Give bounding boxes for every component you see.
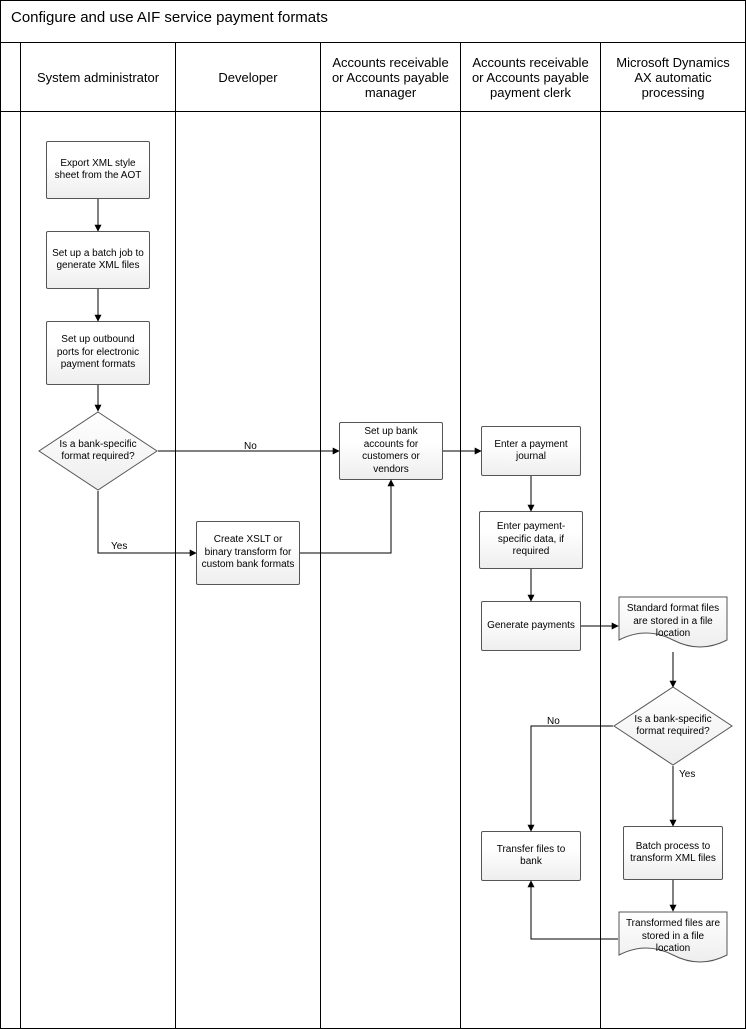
header-gutter bbox=[1, 43, 21, 111]
flowchart-canvas: Export XML style sheet from the AOT Set … bbox=[1, 111, 745, 1029]
node-outbound-ports: Set up outbound ports for electronic pay… bbox=[46, 321, 150, 385]
decision-bank-format-2: Is a bank-specific format required? bbox=[613, 686, 733, 766]
lane-header-developer: Developer bbox=[176, 43, 321, 111]
node-export-xml: Export XML style sheet from the AOT bbox=[46, 141, 150, 199]
decision-2-text: Is a bank-specific format required? bbox=[627, 706, 719, 746]
node-bank-accounts: Set up bank accounts for customers or ve… bbox=[339, 422, 443, 480]
edge-label-no-2: No bbox=[547, 716, 560, 727]
edge-label-yes-1: Yes bbox=[111, 541, 127, 552]
node-standard-files: Standard format files are stored in a fi… bbox=[618, 596, 728, 652]
lane-header-automatic: Microsoft Dynamics AX automatic processi… bbox=[601, 43, 745, 111]
node-payment-journal: Enter a payment journal bbox=[481, 426, 581, 476]
swimlane-header-row: System administrator Developer Accounts … bbox=[1, 43, 745, 112]
node-generate-payments: Generate payments bbox=[481, 601, 581, 651]
lane-header-manager: Accounts receivable or Accounts payable … bbox=[321, 43, 461, 111]
node-setup-batch: Set up a batch job to generate XML files bbox=[46, 231, 150, 289]
lane-header-clerk: Accounts receivable or Accounts payable … bbox=[461, 43, 601, 111]
node-standard-files-text: Standard format files are stored in a fi… bbox=[624, 606, 722, 638]
node-transformed-files-text: Transformed files are stored in a file l… bbox=[624, 921, 722, 953]
node-transfer-files: Transfer files to bank bbox=[481, 831, 581, 881]
node-batch-transform: Batch process to transform XML files bbox=[623, 826, 723, 880]
lane-header-sysadmin: System administrator bbox=[21, 43, 176, 111]
node-transformed-files: Transformed files are stored in a file l… bbox=[618, 911, 728, 967]
edge-label-yes-2: Yes bbox=[679, 769, 695, 780]
decision-bank-format-1: Is a bank-specific format required? bbox=[38, 411, 158, 491]
decision-1-text: Is a bank-specific format required? bbox=[52, 431, 144, 471]
edge-label-no-1: No bbox=[244, 441, 257, 452]
diagram-page: Configure and use AIF service payment fo… bbox=[0, 0, 746, 1029]
diagram-title: Configure and use AIF service payment fo… bbox=[1, 1, 745, 43]
node-create-xslt: Create XSLT or binary transform for cust… bbox=[196, 521, 300, 585]
node-payment-data: Enter payment-specific data, if required bbox=[479, 511, 583, 569]
